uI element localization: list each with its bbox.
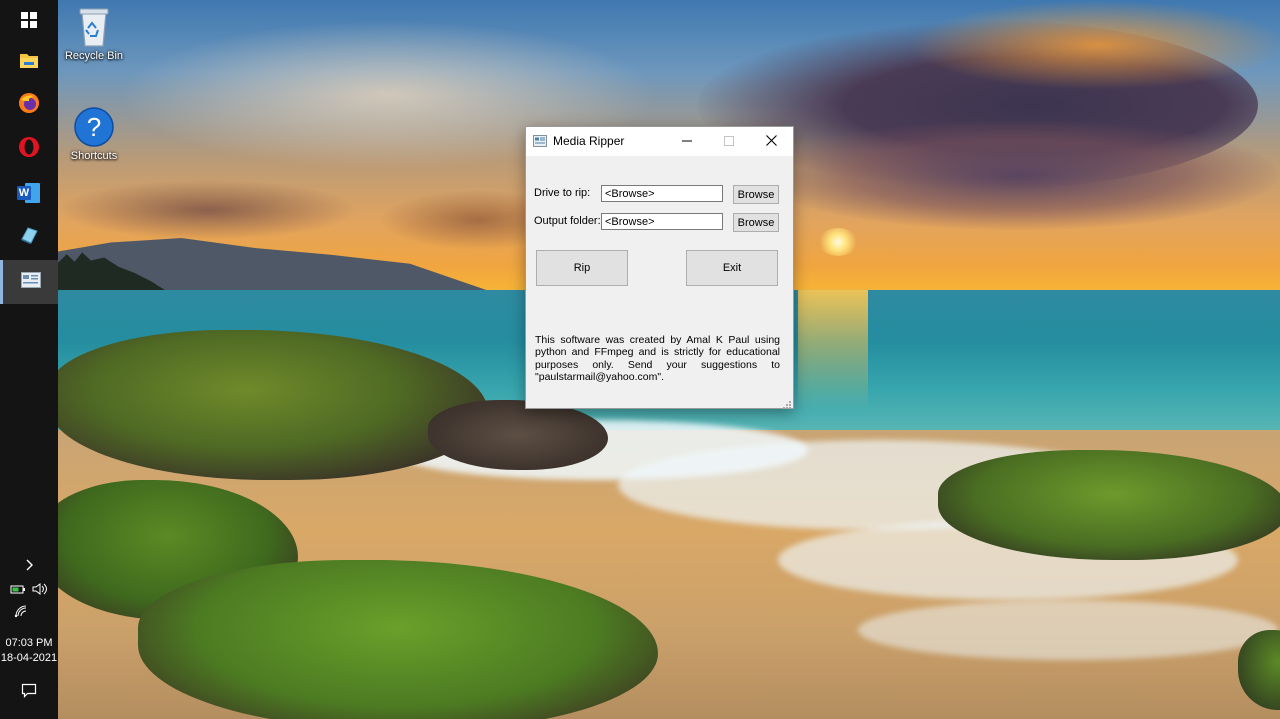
- action-center-button[interactable]: [0, 682, 58, 702]
- output-folder-label: Output folder:: [534, 215, 601, 227]
- volume-icon[interactable]: [32, 582, 48, 598]
- tray-overflow-button[interactable]: [0, 558, 58, 576]
- desktop-icon-label: Shortcuts: [70, 150, 118, 162]
- notification-icon: [21, 683, 37, 702]
- taskbar-word[interactable]: W: [0, 171, 58, 215]
- opera-icon: [18, 136, 40, 163]
- taskbar-firefox[interactable]: [0, 83, 58, 127]
- drive-browse-button[interactable]: Browse: [733, 185, 779, 204]
- output-folder-input[interactable]: [601, 213, 723, 230]
- resize-grip-icon[interactable]: [782, 397, 792, 409]
- maximize-icon: [724, 133, 734, 151]
- minimize-icon: [682, 133, 692, 151]
- rip-button[interactable]: Rip: [536, 250, 628, 286]
- word-icon-letter: W: [18, 187, 30, 199]
- taskbar-media-ripper[interactable]: [0, 260, 58, 304]
- maximize-button[interactable]: [707, 127, 751, 156]
- app-icon: [19, 225, 39, 250]
- title-bar[interactable]: Media Ripper: [526, 127, 793, 156]
- exit-button[interactable]: Exit: [686, 250, 778, 286]
- media-ripper-window: Media Ripper Drive to rip: Browse Output…: [525, 126, 794, 409]
- firefox-icon: [18, 92, 40, 119]
- help-icon: ?: [73, 106, 115, 148]
- start-button[interactable]: [0, 0, 58, 44]
- windows-start-icon: [21, 11, 37, 33]
- media-ripper-app-icon: [20, 271, 41, 293]
- battery-icon[interactable]: [10, 582, 26, 598]
- about-text: This software was created by Amal K Paul…: [535, 334, 780, 383]
- svg-text:?: ?: [87, 112, 101, 142]
- desktop-icon-shortcuts[interactable]: ? Shortcuts: [54, 106, 134, 162]
- clock-time: 07:03 PM: [5, 637, 53, 649]
- drive-label: Drive to rip:: [534, 187, 591, 199]
- taskbar-app[interactable]: [0, 215, 58, 259]
- file-explorer-icon: [19, 51, 39, 74]
- clock[interactable]: 07:03 PM 18-04-2021: [0, 636, 58, 666]
- word-icon: W: [17, 182, 41, 204]
- taskbar-file-explorer[interactable]: [0, 40, 58, 84]
- wifi-icon: [14, 605, 28, 622]
- close-button[interactable]: [749, 127, 793, 156]
- network-button[interactable]: [0, 604, 58, 620]
- taskbar: W 07:03 PM 18-04-2021: [0, 0, 58, 719]
- minimize-button[interactable]: [665, 127, 709, 156]
- close-icon: [765, 133, 777, 151]
- drive-input[interactable]: [601, 185, 723, 202]
- window-title: Media Ripper: [553, 134, 625, 148]
- output-browse-button[interactable]: Browse: [733, 213, 779, 232]
- desktop-icon-recycle-bin[interactable]: Recycle Bin: [54, 6, 134, 62]
- recycle-bin-icon: [74, 6, 114, 48]
- chevron-up-icon: [24, 559, 34, 576]
- window-app-icon: [533, 134, 547, 152]
- desktop-icon-label: Recycle Bin: [64, 50, 124, 62]
- taskbar-opera[interactable]: [0, 127, 58, 171]
- clock-date: 18-04-2021: [0, 652, 58, 664]
